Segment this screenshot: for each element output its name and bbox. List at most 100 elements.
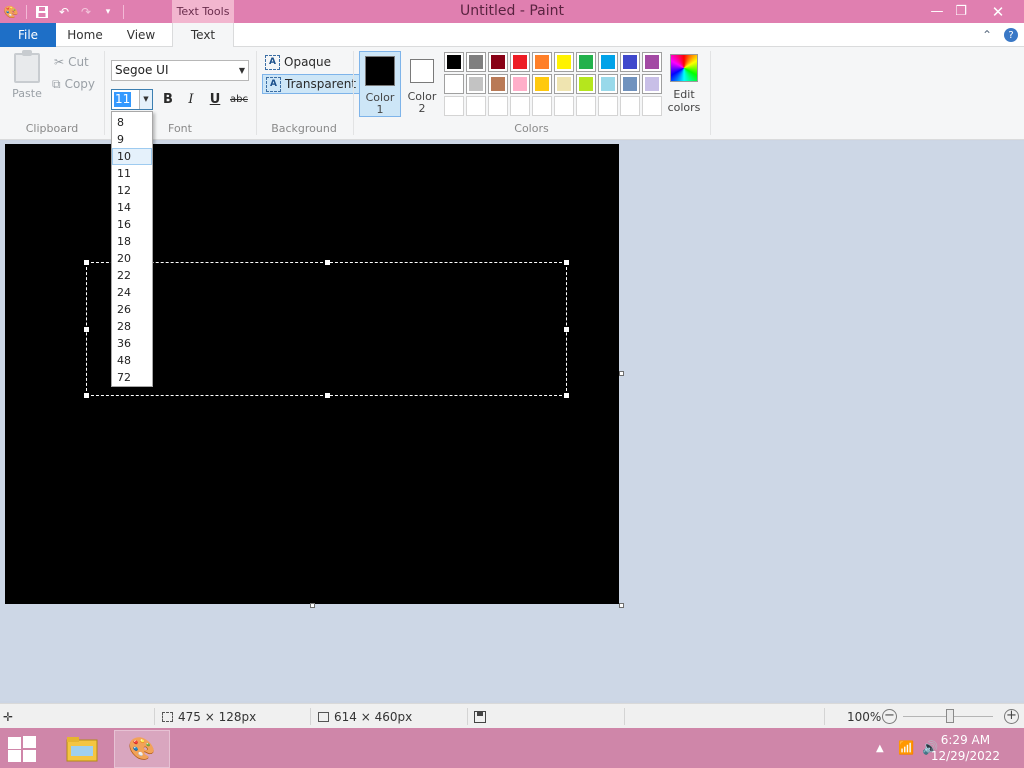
windows-start-icon[interactable] bbox=[8, 736, 38, 762]
resize-handle[interactable] bbox=[325, 260, 330, 265]
palette-empty-slot[interactable] bbox=[488, 96, 508, 116]
palette-empty-slot[interactable] bbox=[466, 96, 486, 116]
font-size-option[interactable]: 11 bbox=[112, 165, 152, 182]
palette-empty-slot[interactable] bbox=[554, 96, 574, 116]
resize-handle[interactable] bbox=[564, 393, 569, 398]
edit-colors-label: Edit bbox=[673, 88, 695, 101]
palette-swatch[interactable] bbox=[642, 74, 662, 94]
cut-button[interactable]: ✂ Cut bbox=[54, 53, 89, 71]
bold-button[interactable]: B bbox=[158, 90, 178, 110]
zoom-in-button[interactable]: + bbox=[1004, 709, 1019, 724]
paint-app-icon[interactable]: 🎨 bbox=[0, 0, 22, 23]
font-size-option[interactable]: 14 bbox=[112, 199, 152, 216]
italic-button[interactable]: I bbox=[181, 90, 201, 110]
network-icon[interactable]: 📶 bbox=[898, 728, 914, 768]
opaque-button[interactable]: A Opaque bbox=[262, 52, 334, 72]
palette-swatch[interactable] bbox=[466, 74, 486, 94]
tab-view[interactable]: View bbox=[116, 23, 166, 47]
save-icon[interactable] bbox=[31, 0, 53, 23]
font-size-option[interactable]: 36 bbox=[112, 335, 152, 352]
palette-swatch[interactable] bbox=[554, 52, 574, 72]
palette-swatch[interactable] bbox=[642, 52, 662, 72]
palette-empty-slot[interactable] bbox=[576, 96, 596, 116]
palette-swatch[interactable] bbox=[488, 52, 508, 72]
palette-swatch[interactable] bbox=[554, 74, 574, 94]
resize-handle[interactable] bbox=[325, 393, 330, 398]
minimize-ribbon-icon[interactable]: ⌃ bbox=[982, 28, 992, 42]
font-family-select[interactable]: Segoe UI ▼ bbox=[111, 60, 249, 81]
palette-swatch[interactable] bbox=[532, 52, 552, 72]
palette-empty-slot[interactable] bbox=[444, 96, 464, 116]
palette-swatch[interactable] bbox=[620, 74, 640, 94]
palette-swatch[interactable] bbox=[576, 74, 596, 94]
system-clock[interactable]: 6:29 AM 12/29/2022 bbox=[931, 732, 1000, 764]
resize-handle[interactable] bbox=[564, 327, 569, 332]
palette-empty-slot[interactable] bbox=[620, 96, 640, 116]
customize-qat-icon[interactable]: ▾ bbox=[97, 0, 119, 23]
palette-swatch[interactable] bbox=[444, 52, 464, 72]
font-size-option[interactable]: 16 bbox=[112, 216, 152, 233]
palette-empty-slot[interactable] bbox=[598, 96, 618, 116]
transparent-button[interactable]: A Transparent bbox=[262, 74, 361, 94]
file-explorer-icon[interactable] bbox=[54, 730, 110, 768]
tab-text[interactable]: Text bbox=[172, 23, 234, 48]
font-size-option[interactable]: 48 bbox=[112, 352, 152, 369]
restore-button[interactable]: ❐ bbox=[945, 0, 977, 23]
font-size-option[interactable]: 72 bbox=[112, 369, 152, 386]
canvas-resize-handle-corner[interactable] bbox=[619, 603, 624, 608]
redo-icon[interactable]: ↷ bbox=[75, 0, 97, 23]
palette-empty-slot[interactable] bbox=[510, 96, 530, 116]
tab-file[interactable]: File bbox=[0, 23, 56, 47]
background-group-label: Background bbox=[271, 122, 337, 135]
font-size-option[interactable]: 26 bbox=[112, 301, 152, 318]
palette-swatch[interactable] bbox=[510, 74, 530, 94]
resize-handle[interactable] bbox=[84, 327, 89, 332]
resize-handle[interactable] bbox=[84, 260, 89, 265]
palette-swatch[interactable] bbox=[510, 52, 530, 72]
chevron-down-icon[interactable]: ▼ bbox=[139, 90, 152, 109]
resize-handle[interactable] bbox=[84, 393, 89, 398]
palette-swatch[interactable] bbox=[488, 74, 508, 94]
palette-empty-slot[interactable] bbox=[642, 96, 662, 116]
strikethrough-button[interactable]: abc bbox=[228, 90, 250, 110]
underline-button[interactable]: U bbox=[205, 90, 225, 110]
palette-swatch[interactable] bbox=[466, 52, 486, 72]
palette-empty-slot[interactable] bbox=[532, 96, 552, 116]
font-size-option[interactable]: 10 bbox=[112, 148, 152, 165]
font-size-option[interactable]: 24 bbox=[112, 284, 152, 301]
paste-button[interactable]: Paste bbox=[8, 50, 46, 109]
font-size-option[interactable]: 22 bbox=[112, 267, 152, 284]
palette-swatch[interactable] bbox=[620, 52, 640, 72]
undo-icon[interactable]: ↶ bbox=[53, 0, 75, 23]
edit-colors-button[interactable]: Edit colors bbox=[666, 52, 702, 114]
copy-button[interactable]: ⧉ Copy bbox=[52, 75, 95, 93]
palette-swatch[interactable] bbox=[576, 52, 596, 72]
palette-swatch[interactable] bbox=[532, 74, 552, 94]
help-icon[interactable]: ? bbox=[1004, 28, 1018, 42]
font-size-option[interactable]: 28 bbox=[112, 318, 152, 335]
tab-home[interactable]: Home bbox=[60, 23, 110, 47]
canvas-resize-handle-right[interactable] bbox=[619, 371, 624, 376]
text-box-selection[interactable] bbox=[84, 260, 569, 398]
zoom-out-button[interactable]: − bbox=[882, 709, 897, 724]
color2-button[interactable]: Color 2 bbox=[401, 51, 443, 117]
palette-swatch[interactable] bbox=[598, 52, 618, 72]
show-hidden-icons[interactable]: ▲ bbox=[876, 728, 884, 768]
font-size-select[interactable]: 11 ▼ bbox=[111, 89, 153, 110]
canvas-resize-handle-bottom[interactable] bbox=[310, 603, 315, 608]
font-size-option[interactable]: 20 bbox=[112, 250, 152, 267]
close-button[interactable]: ✕ bbox=[982, 0, 1014, 23]
font-size-option[interactable]: 8 bbox=[112, 114, 152, 131]
status-separator bbox=[467, 708, 468, 725]
color1-button[interactable]: Color 1 bbox=[359, 51, 401, 117]
drawing-canvas[interactable] bbox=[5, 144, 619, 604]
paint-taskbar-icon[interactable]: 🎨 bbox=[114, 730, 170, 768]
palette-swatch[interactable] bbox=[444, 74, 464, 94]
font-size-option[interactable]: 12 bbox=[112, 182, 152, 199]
group-separator bbox=[710, 51, 711, 135]
zoom-slider-thumb[interactable] bbox=[946, 709, 954, 723]
palette-swatch[interactable] bbox=[598, 74, 618, 94]
resize-handle[interactable] bbox=[564, 260, 569, 265]
font-size-option[interactable]: 9 bbox=[112, 131, 152, 148]
font-size-option[interactable]: 18 bbox=[112, 233, 152, 250]
